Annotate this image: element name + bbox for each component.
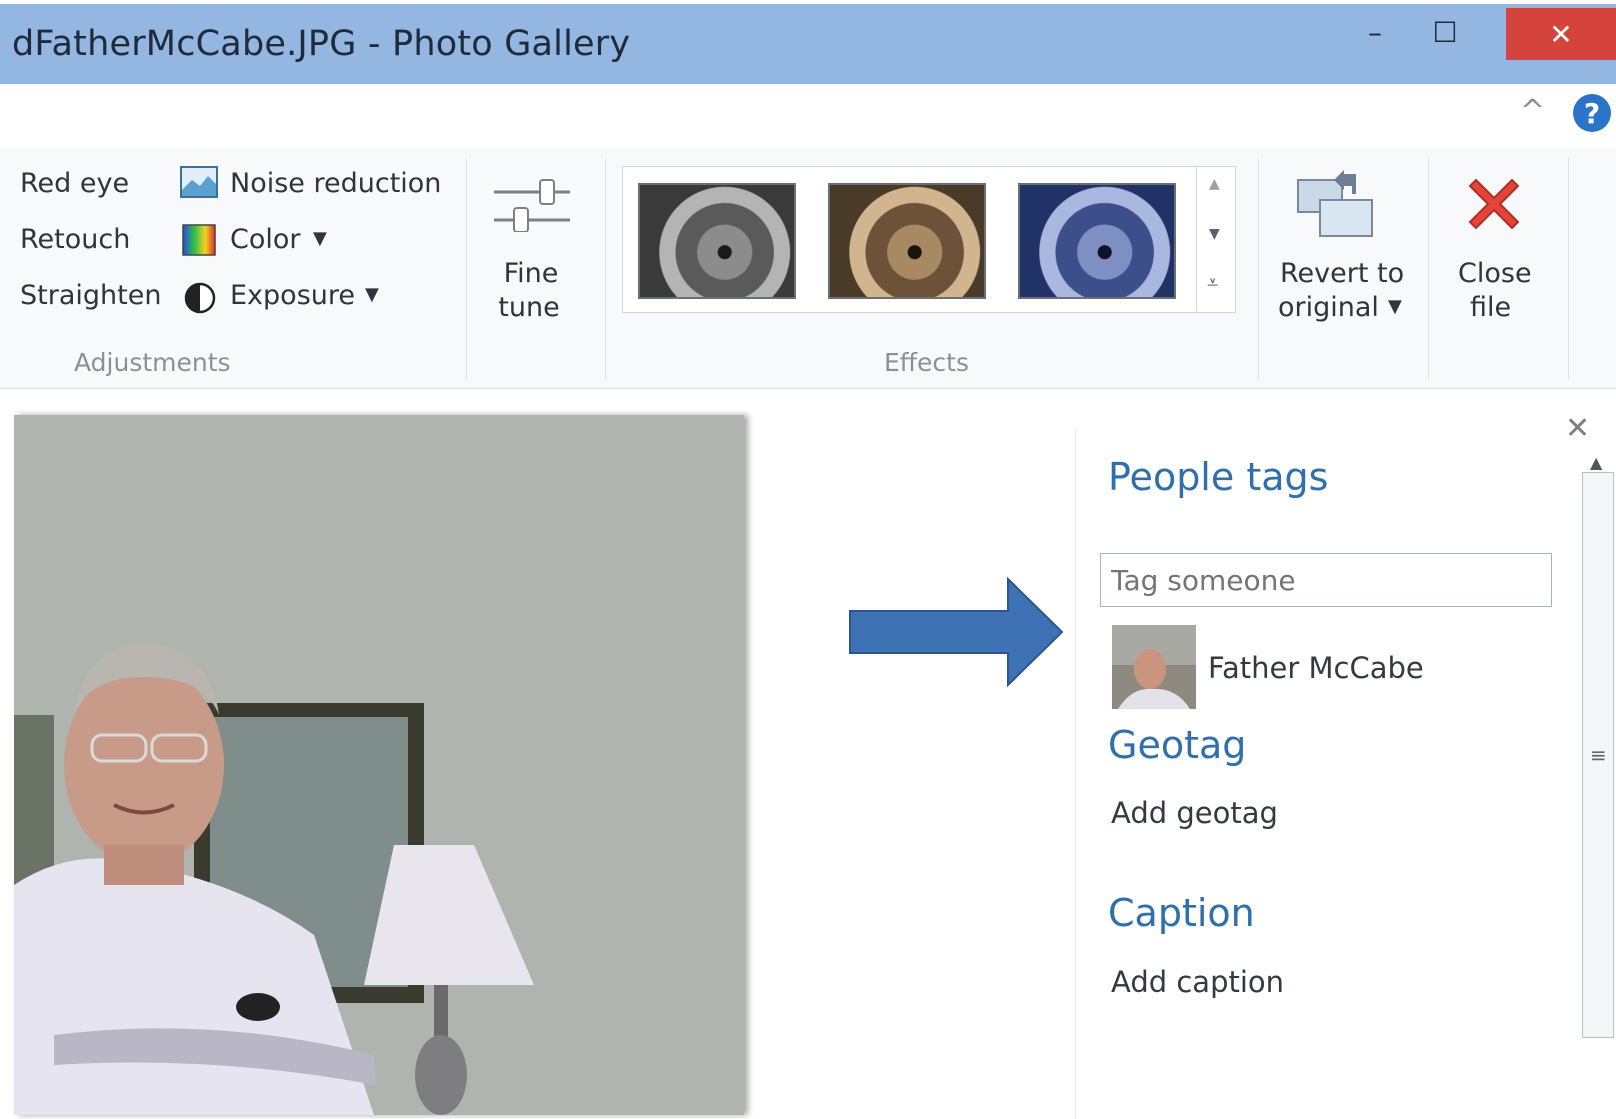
effects-scroll[interactable]: ▲ ▼ ⩡ (1196, 166, 1235, 311)
add-geotag-link[interactable]: Add geotag (1111, 796, 1278, 830)
fine-tune-icon (494, 179, 570, 232)
color-label: Color (230, 224, 301, 255)
tag-someone-input[interactable] (1100, 553, 1552, 607)
ribbon-separator (1428, 158, 1429, 380)
photo[interactable] (14, 415, 744, 1115)
photo-image (14, 415, 744, 1115)
photo-viewer: ✕ People tags Father McCabe Geotag Add g… (0, 389, 1616, 1119)
ribbon-separator (605, 158, 606, 380)
close-file-label-2: file (1470, 292, 1512, 323)
effect-thumbnail-cyan[interactable] (1018, 183, 1176, 299)
title-bar: dFatherMcCabe.JPG - Photo Gallery – ☐ ✕ (0, 0, 1616, 84)
window-title: dFatherMcCabe.JPG - Photo Gallery (12, 24, 631, 64)
fine-tune-label-1: Fine (503, 258, 559, 289)
adjustments-group-label: Adjustments (74, 348, 231, 377)
exposure-icon (184, 282, 216, 314)
avatar (1112, 625, 1196, 709)
ribbon-separator (1568, 158, 1569, 380)
close-icon: ✕ (1549, 17, 1573, 51)
tagged-person-name: Father McCabe (1208, 651, 1424, 685)
exposure-label: Exposure (230, 280, 355, 311)
help-icon[interactable]: ? (1573, 94, 1611, 132)
noise-reduction-label: Noise reduction (230, 168, 442, 199)
effects-gallery (622, 166, 1236, 313)
ribbon-separator (1258, 158, 1259, 380)
effect-thumbnail-grayscale[interactable] (638, 183, 796, 299)
gallery-up-icon[interactable]: ▲ (1209, 176, 1220, 192)
fine-tune-label-2: tune (498, 292, 560, 323)
minimize-icon: – (1368, 15, 1382, 49)
arrow-annotation (849, 577, 1064, 687)
collapse-ribbon-icon[interactable]: ^ (1520, 94, 1545, 129)
geotag-heading: Geotag (1108, 723, 1247, 767)
scroll-up-icon[interactable]: ▲ (1590, 453, 1602, 472)
close-info-pane-icon[interactable]: ✕ (1565, 411, 1590, 446)
ribbon-tab-strip: ^ ? (0, 84, 1616, 149)
gallery-more-icon[interactable]: ⩡ (1207, 270, 1218, 294)
info-pane-scrollbar[interactable]: ≡ (1582, 472, 1614, 1038)
info-pane: People tags Father McCabe Geotag Add geo… (1075, 429, 1556, 1119)
people-tags-heading: People tags (1108, 455, 1329, 499)
gallery-down-icon[interactable]: ▼ (1209, 226, 1220, 242)
minimize-button[interactable]: – (1340, 8, 1410, 56)
color-dropdown-icon: ▼ (313, 228, 327, 249)
close-file-icon (1468, 178, 1520, 230)
revert-label-1: Revert to (1280, 258, 1405, 289)
ribbon: Red eye Retouch Straighten Noise reducti… (0, 148, 1616, 389)
straighten-button[interactable]: Straighten (20, 280, 161, 311)
maximize-button[interactable]: ☐ (1425, 8, 1465, 56)
ribbon-separator (466, 158, 467, 380)
revert-dropdown-icon: ▼ (1388, 296, 1402, 317)
revert-icon (1297, 170, 1373, 237)
maximize-icon: ☐ (1432, 15, 1458, 49)
close-window-button[interactable]: ✕ (1506, 8, 1616, 60)
red-eye-button[interactable]: Red eye (20, 168, 129, 199)
effects-group-label: Effects (884, 348, 969, 377)
caption-heading: Caption (1108, 891, 1255, 935)
effect-thumbnail-sepia[interactable] (828, 183, 986, 299)
scroll-grip-icon: ≡ (1590, 743, 1607, 767)
add-caption-link[interactable]: Add caption (1111, 965, 1284, 999)
close-file-label-1: Close (1458, 258, 1532, 289)
exposure-dropdown-icon: ▼ (365, 284, 379, 305)
retouch-button[interactable]: Retouch (20, 224, 130, 255)
revert-label-2: original (1278, 292, 1379, 323)
noise-reduction-icon (180, 166, 218, 198)
color-icon (182, 224, 216, 256)
